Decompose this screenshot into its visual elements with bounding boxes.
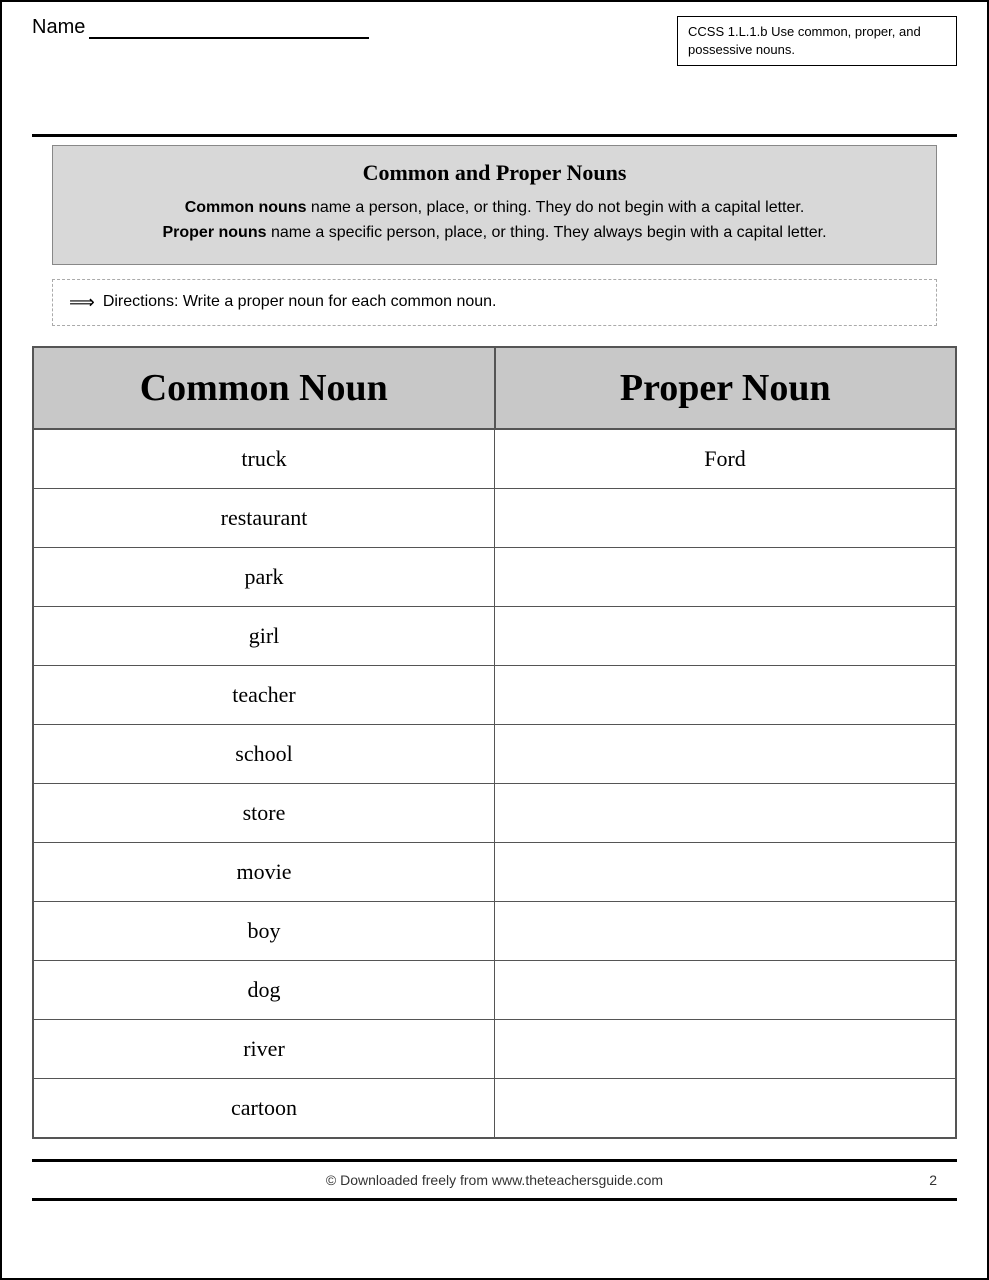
name-label: Name bbox=[32, 16, 85, 38]
info-box: Common and Proper Nouns Common nouns nam… bbox=[52, 145, 937, 265]
common-noun-cell: movie bbox=[34, 843, 495, 901]
common-noun-cell: school bbox=[34, 725, 495, 783]
table-row: boy bbox=[34, 902, 955, 961]
common-noun-cell: girl bbox=[34, 607, 495, 665]
common-nouns-bold: Common nouns bbox=[185, 199, 307, 216]
proper-noun-cell bbox=[495, 1079, 955, 1137]
name-underline bbox=[89, 37, 369, 39]
directions-text: Directions: Write a proper noun for each… bbox=[103, 293, 497, 311]
common-noun-cell: truck bbox=[34, 430, 495, 488]
ccss-box: CCSS 1.L.1.b Use common, proper, and pos… bbox=[677, 16, 957, 66]
noun-table: Common Noun Proper Noun truckFordrestaur… bbox=[32, 346, 957, 1139]
name-field: Name bbox=[32, 16, 369, 39]
info-box-line1: Common nouns name a person, place, or th… bbox=[73, 196, 916, 221]
common-noun-cell: restaurant bbox=[34, 489, 495, 547]
table-row: teacher bbox=[34, 666, 955, 725]
proper-noun-cell bbox=[495, 902, 955, 960]
table-row: store bbox=[34, 784, 955, 843]
common-noun-cell: dog bbox=[34, 961, 495, 1019]
common-nouns-rest: name a person, place, or thing. They do … bbox=[306, 199, 804, 216]
proper-noun-cell bbox=[495, 607, 955, 665]
page-number: 2 bbox=[929, 1172, 937, 1188]
footer-copyright: © Downloaded freely from www.theteachers… bbox=[326, 1172, 663, 1188]
table-row: truckFord bbox=[34, 430, 955, 489]
proper-noun-cell bbox=[495, 843, 955, 901]
table-row: dog bbox=[34, 961, 955, 1020]
proper-noun-cell bbox=[495, 961, 955, 1019]
proper-noun-cell: Ford bbox=[495, 430, 955, 488]
table-row: movie bbox=[34, 843, 955, 902]
table-row: river bbox=[34, 1020, 955, 1079]
table-row: restaurant bbox=[34, 489, 955, 548]
table-header: Common Noun Proper Noun bbox=[34, 348, 955, 430]
bottom-rule bbox=[32, 1198, 957, 1201]
table-row: school bbox=[34, 725, 955, 784]
directions-box: ⟹ Directions: Write a proper noun for ea… bbox=[52, 279, 937, 326]
table-body: truckFordrestaurantparkgirlteacherschool… bbox=[34, 430, 955, 1137]
proper-noun-cell bbox=[495, 548, 955, 606]
proper-noun-cell bbox=[495, 725, 955, 783]
proper-nouns-rest: name a specific person, place, or thing.… bbox=[267, 224, 827, 241]
table-row: park bbox=[34, 548, 955, 607]
top-rule bbox=[32, 134, 957, 137]
common-noun-cell: park bbox=[34, 548, 495, 606]
common-noun-cell: teacher bbox=[34, 666, 495, 724]
header-common-noun: Common Noun bbox=[34, 348, 496, 428]
common-noun-cell: boy bbox=[34, 902, 495, 960]
table-row: girl bbox=[34, 607, 955, 666]
footer: © Downloaded freely from www.theteachers… bbox=[2, 1162, 987, 1198]
proper-noun-cell bbox=[495, 489, 955, 547]
info-box-title: Common and Proper Nouns bbox=[73, 160, 916, 186]
arrow-icon: ⟹ bbox=[69, 292, 95, 313]
proper-noun-cell bbox=[495, 1020, 955, 1078]
worksheet-page: Name CCSS 1.L.1.b Use common, proper, an… bbox=[0, 0, 989, 1280]
proper-nouns-bold: Proper nouns bbox=[162, 224, 266, 241]
common-noun-cell: cartoon bbox=[34, 1079, 495, 1137]
info-box-line2: Proper nouns name a specific person, pla… bbox=[73, 221, 916, 246]
proper-noun-cell bbox=[495, 784, 955, 842]
header-proper-noun: Proper Noun bbox=[496, 348, 956, 428]
common-noun-cell: store bbox=[34, 784, 495, 842]
table-row: cartoon bbox=[34, 1079, 955, 1137]
proper-noun-cell bbox=[495, 666, 955, 724]
header: Name CCSS 1.L.1.b Use common, proper, an… bbox=[2, 2, 987, 74]
common-noun-cell: river bbox=[34, 1020, 495, 1078]
